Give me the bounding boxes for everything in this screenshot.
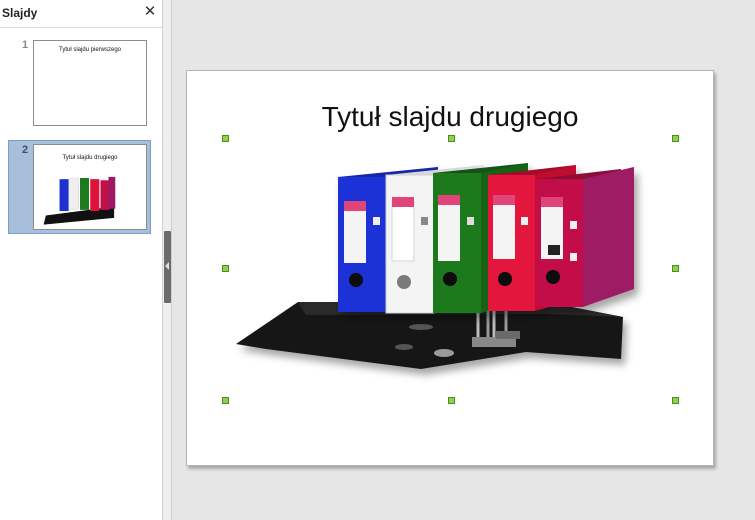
binders-image-graphic: [236, 163, 634, 369]
resize-handle-top-left[interactable]: [222, 135, 229, 142]
slide-preview-title: Tytuł slajdu pierwszego: [58, 47, 122, 53]
impress-window: Slajdy ✕ 1 Tytuł slajdu pierwszego 2 Tyt…: [0, 0, 755, 520]
binders-image[interactable]: [226, 139, 677, 401]
chevron-left-icon: [165, 262, 169, 270]
binders-thumbnail-image: [43, 176, 116, 225]
slide-preview: Tytuł slajdu drugiego: [33, 144, 147, 230]
slide-preview: Tytuł slajdu pierwszego: [33, 40, 147, 126]
close-icon[interactable]: ✕: [142, 3, 158, 21]
resize-handle-left[interactable]: [222, 265, 229, 272]
resize-handle-right[interactable]: [672, 265, 679, 272]
slides-panel-title: Slajdy: [2, 6, 38, 20]
collapse-panel-handle[interactable]: [164, 231, 171, 303]
resize-handle-top[interactable]: [448, 135, 455, 142]
slide-thumbnail-2[interactable]: 2 Tytuł slajdu drugiego: [8, 140, 151, 234]
slides-panel: Slajdy ✕ 1 Tytuł slajdu pierwszego 2 Tyt…: [0, 0, 163, 520]
panel-splitter[interactable]: [163, 0, 172, 520]
resize-handle-bottom-right[interactable]: [672, 397, 679, 404]
slide-number: 2: [22, 144, 29, 156]
resize-handle-bottom[interactable]: [448, 397, 455, 404]
slide-thumbnail-1[interactable]: 1 Tytuł slajdu pierwszego: [8, 35, 151, 131]
resize-handle-bottom-left[interactable]: [222, 397, 229, 404]
slides-panel-header: Slajdy ✕: [0, 0, 162, 28]
slide-canvas[interactable]: Tytuł slajdu drugiego: [186, 70, 714, 466]
slide-title[interactable]: Tytuł slajdu drugiego: [187, 101, 713, 133]
slide-number: 1: [22, 39, 29, 51]
resize-handle-top-right[interactable]: [672, 135, 679, 142]
